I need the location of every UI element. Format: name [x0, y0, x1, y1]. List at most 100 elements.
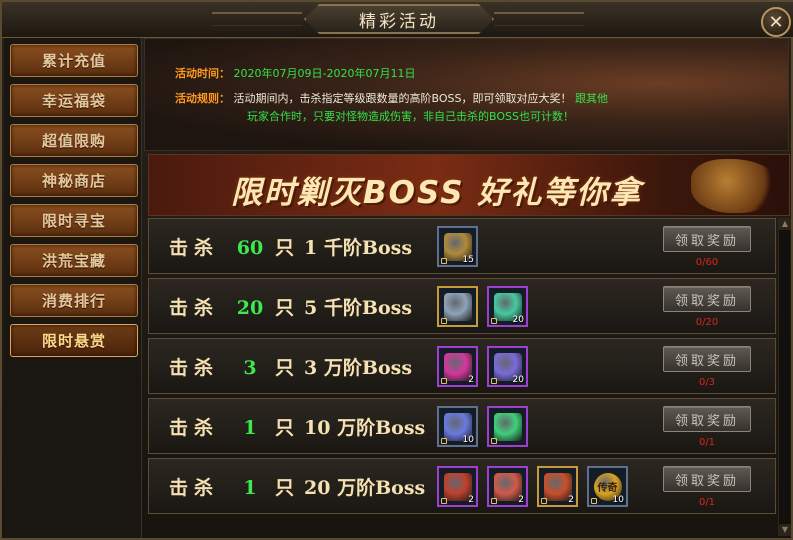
sidebar-item-label: 限时悬赏 — [41, 332, 106, 350]
sidebar-item-cumulative-recharge[interactable]: 累计充值 — [10, 44, 138, 77]
activity-rules-label: 活动规则： — [175, 92, 230, 105]
silver-medallion-icon — [443, 292, 472, 321]
reward-condition: 击杀 1 只 10 万阶Boss — [169, 413, 425, 440]
reward-condition: 击杀 3 只 3 万阶Boss — [169, 353, 412, 380]
bound-lock-icon — [441, 378, 447, 384]
activity-time-label: 活动时间： — [175, 67, 230, 80]
sidebar-item-label: 洪荒宝藏 — [41, 252, 106, 270]
kill-unit: 只 — [275, 477, 295, 499]
reward-item-slot[interactable]: 20 — [487, 286, 528, 327]
claim-reward-button[interactable]: 领取奖励 — [663, 406, 751, 432]
kill-label: 击杀 — [169, 417, 220, 439]
reward-row: 击杀 1 只 20 万阶Boss 2 2 2 传奇 10 领取奖励 0/1 — [148, 458, 776, 514]
bound-lock-icon — [541, 498, 547, 504]
claim-reward-button[interactable]: 领取奖励 — [663, 226, 751, 252]
boss-count: 10 — [304, 417, 331, 439]
kill-progress: 0/3 — [698, 377, 716, 388]
reward-item-slot[interactable] — [437, 286, 478, 327]
sidebar-item-label: 超值限购 — [41, 132, 106, 150]
item-quantity: 20 — [512, 375, 524, 385]
kill-progress: 0/20 — [695, 317, 719, 328]
title-bar: 精彩活动 ✕ — [2, 2, 793, 38]
kill-count: 1 — [243, 417, 257, 439]
item-quantity: 10 — [462, 435, 474, 445]
scroll-down-icon[interactable]: ▼ — [779, 524, 791, 536]
title-plate: 精彩活动 — [304, 4, 494, 34]
claim-reward-button[interactable]: 领取奖励 — [663, 466, 751, 492]
boss-tier: 千阶Boss — [323, 237, 413, 259]
sidebar-item-label: 消费排行 — [41, 292, 106, 310]
kill-count: 20 — [236, 297, 264, 319]
item-quantity: 15 — [462, 255, 474, 265]
kill-count: 1 — [243, 477, 257, 499]
close-icon: ✕ — [768, 11, 784, 33]
activity-info-panel: 活动时间： 2020年07月09日-2020年07月11日 活动规则： 活动期间… — [144, 38, 789, 151]
reward-row: 击杀 3 只 3 万阶Boss 2 20 领取奖励 0/3 — [148, 338, 776, 394]
title-ornament-left — [212, 12, 302, 26]
item-quantity: 10 — [612, 495, 624, 505]
sidebar-item-limited-deal[interactable]: 超值限购 — [10, 124, 138, 157]
title-ornament-right — [494, 12, 584, 26]
green-crystal-icon — [493, 412, 522, 441]
item-quantity: 2 — [468, 495, 474, 505]
reward-row: 击杀 20 只 5 千阶Boss 20 领取奖励 0/20 — [148, 278, 776, 334]
sidebar-item-label: 累计充值 — [41, 52, 106, 70]
activity-rules-row: 活动规则： 活动期间内，击杀指定等级跟数量的高阶BOSS，即可领取对应大奖！ 跟… — [175, 90, 765, 108]
boss-count: 1 — [304, 237, 318, 259]
kill-label: 击杀 — [169, 237, 220, 259]
reward-condition: 击杀 1 只 20 万阶Boss — [169, 473, 425, 500]
activity-rules-note-end: 玩家合作时，只要对怪物造成伤害，非自己击杀的BOSS也可计数！ — [247, 110, 574, 123]
bound-lock-icon — [441, 498, 447, 504]
sidebar-item-bounty[interactable]: 限时悬赏 — [10, 324, 138, 357]
item-quantity: 2 — [468, 375, 474, 385]
reward-row: 击杀 60 只 1 千阶Boss 15 领取奖励 0/60 — [148, 218, 776, 274]
sidebar-item-mystery-shop[interactable]: 神秘商店 — [10, 164, 138, 197]
dragon-icon — [691, 159, 781, 213]
kill-unit: 只 — [275, 417, 295, 439]
item-quantity: 2 — [518, 495, 524, 505]
reward-item-slot[interactable]: 2 — [487, 466, 528, 507]
kill-unit: 只 — [275, 357, 295, 379]
close-button[interactable]: ✕ — [761, 7, 791, 37]
activity-rules-note-start: 跟其他 — [574, 92, 608, 105]
kill-label: 击杀 — [169, 357, 220, 379]
activity-time-row: 活动时间： 2020年07月09日-2020年07月11日 — [175, 65, 415, 83]
boss-tier: 万阶Boss — [323, 357, 413, 379]
reward-item-slot[interactable]: 10 — [437, 406, 478, 447]
activity-rules-text: 活动期间内，击杀指定等级跟数量的高阶BOSS，即可领取对应大奖！ — [233, 92, 572, 105]
reward-row: 击杀 1 只 10 万阶Boss 10 领取奖励 0/1 — [148, 398, 776, 454]
kill-label: 击杀 — [169, 297, 220, 319]
sidebar-item-ancient-treasure[interactable]: 洪荒宝藏 — [10, 244, 138, 277]
reward-item-slot[interactable]: 20 — [487, 346, 528, 387]
reward-condition: 击杀 60 只 1 千阶Boss — [169, 233, 412, 260]
kill-unit: 只 — [275, 297, 295, 319]
bound-lock-icon — [441, 258, 447, 264]
reward-item-slot[interactable]: 传奇 10 — [587, 466, 628, 507]
bound-lock-icon — [491, 318, 497, 324]
reward-item-slot[interactable]: 2 — [437, 346, 478, 387]
scroll-up-icon[interactable]: ▲ — [779, 218, 791, 230]
claim-reward-button[interactable]: 领取奖励 — [663, 346, 751, 372]
reward-item-slot[interactable]: 15 — [437, 226, 478, 267]
sidebar-item-label: 幸运福袋 — [41, 92, 106, 110]
reward-item-slot[interactable] — [487, 406, 528, 447]
banner-text: 限时剿灭BOSS 好礼等你拿 — [231, 175, 643, 211]
sidebar-item-lucky-bag[interactable]: 幸运福袋 — [10, 84, 138, 117]
kill-progress: 0/1 — [698, 437, 716, 448]
claim-reward-button[interactable]: 领取奖励 — [663, 286, 751, 312]
boss-tier: 万阶Boss — [337, 477, 426, 499]
boss-count: 20 — [304, 477, 331, 499]
window-title: 精彩活动 — [359, 11, 439, 32]
event-banner: 限时剿灭BOSS 好礼等你拿 — [148, 154, 790, 216]
sidebar-item-spending-rank[interactable]: 消费排行 — [10, 284, 138, 317]
kill-unit: 只 — [275, 237, 295, 259]
reward-item-slot[interactable]: 2 — [537, 466, 578, 507]
sidebar-item-treasure-hunt[interactable]: 限时寻宝 — [10, 204, 138, 237]
reward-condition: 击杀 20 只 5 千阶Boss — [169, 293, 412, 320]
sidebar-item-label: 神秘商店 — [41, 172, 106, 190]
reward-item-slot[interactable]: 2 — [437, 466, 478, 507]
kill-progress: 0/60 — [695, 257, 719, 268]
scrollbar[interactable]: ▲ ▼ — [778, 218, 791, 536]
boss-count: 5 — [304, 297, 318, 319]
activity-window: 精彩活动 ✕ 累计充值 幸运福袋 超值限购 神秘商店 限时寻宝 洪荒宝藏 消费排… — [0, 0, 793, 540]
